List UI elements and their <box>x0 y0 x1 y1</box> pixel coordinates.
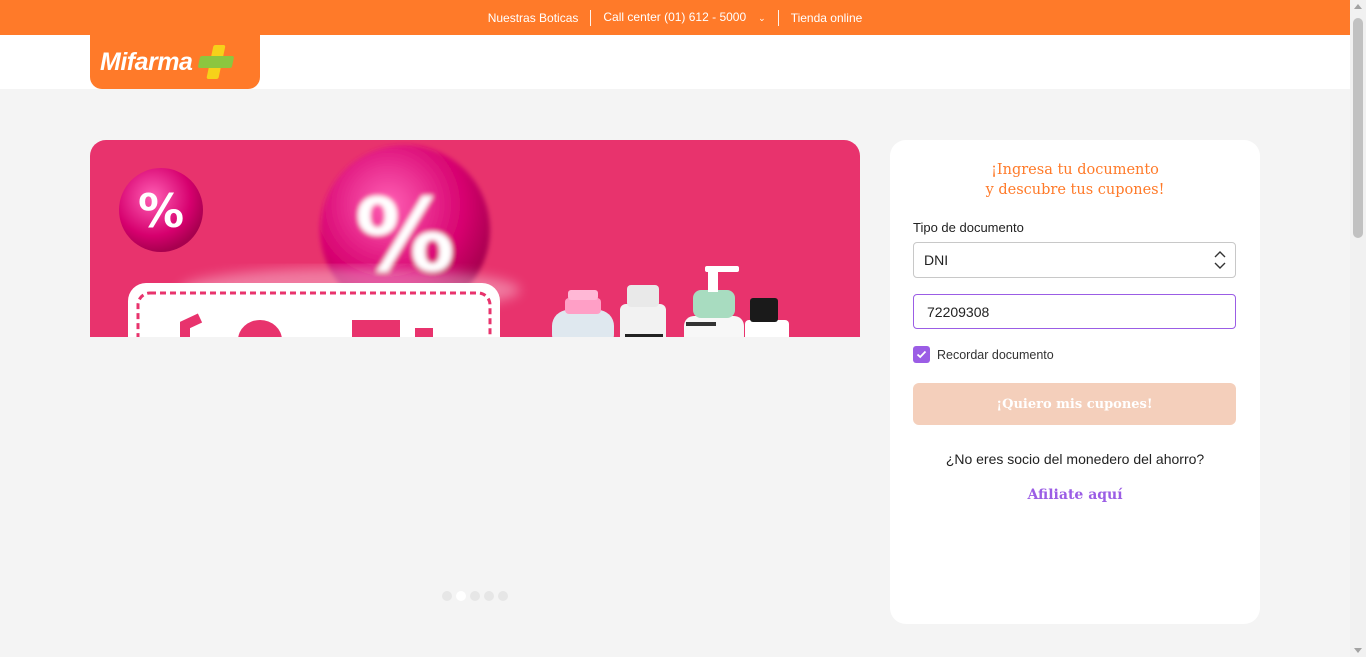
call-center-label: Call center (01) 612 - 5000 <box>603 10 747 24</box>
remember-checkbox[interactable] <box>913 346 930 363</box>
coupon-form-card: ¡Ingresa tu documento y descubre tus cup… <box>890 140 1260 624</box>
carousel-dot[interactable] <box>442 591 452 601</box>
mifarma-logo[interactable]: Mifarma <box>90 35 260 89</box>
promo-artwork: % % <box>119 145 789 337</box>
affiliate-link[interactable]: Afiliate aquí <box>890 487 1260 503</box>
scrollbar[interactable] <box>1350 0 1366 657</box>
scroll-up-icon[interactable] <box>1354 4 1362 9</box>
checkmark-icon <box>916 350 927 359</box>
carousel-dots <box>442 591 508 601</box>
scroll-down-icon[interactable] <box>1354 648 1362 653</box>
svg-text:%: % <box>138 184 184 238</box>
carousel-dot[interactable] <box>470 591 480 601</box>
online-store-link[interactable]: Tienda online <box>779 10 875 26</box>
carousel-dot-active[interactable] <box>456 591 466 601</box>
doc-type-value: DNI <box>924 252 949 268</box>
logo-text: Mifarma <box>100 47 193 76</box>
not-member-text: ¿No eres socio del monedero del ahorro? <box>945 451 1205 467</box>
scroll-thumb[interactable] <box>1353 18 1363 238</box>
form-title: ¡Ingresa tu documento y descubre tus cup… <box>890 160 1260 200</box>
doc-number-input[interactable] <box>913 294 1236 329</box>
remember-row: Recordar documento <box>913 346 1054 363</box>
stores-link[interactable]: Nuestras Boticas <box>476 10 591 26</box>
cross-icon <box>198 45 235 79</box>
doc-type-select[interactable]: DNI <box>913 242 1236 278</box>
get-coupons-button[interactable]: ¡Quiero mis cupones! <box>913 383 1236 425</box>
remember-label: Recordar documento <box>937 347 1054 362</box>
doc-type-label: Tipo de documento <box>913 220 1024 235</box>
top-bar: Nuestras Boticas Call center (01) 612 - … <box>0 0 1350 35</box>
call-center-dropdown[interactable]: Call center (01) 612 - 5000 ⌄ <box>591 9 777 26</box>
carousel-dot[interactable] <box>484 591 494 601</box>
promo-banner[interactable]: % % <box>90 140 860 337</box>
form-title-text: ¡Ingresa tu documento y descubre tus cup… <box>985 162 1165 198</box>
select-arrows-icon <box>1214 251 1226 269</box>
chevron-down-icon: ⌄ <box>758 13 766 23</box>
carousel-dot[interactable] <box>498 591 508 601</box>
